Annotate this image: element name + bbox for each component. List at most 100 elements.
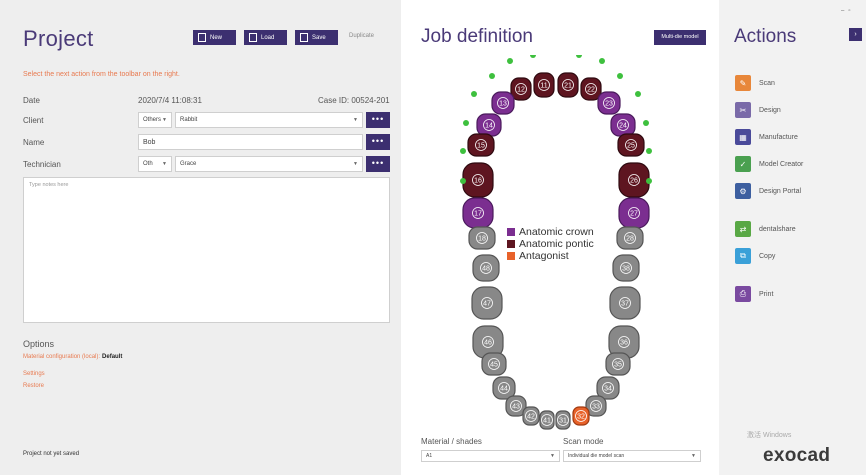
client-more-button[interactable]: ••• [366,112,390,128]
tooth-12[interactable]: 12 [510,77,532,101]
technician-select[interactable]: Grace ▼ [175,156,363,172]
window-controls[interactable]: –▫ [841,8,854,14]
material-configuration-label: Material configuration (local): [23,354,101,360]
client-select[interactable]: Rabbit ▼ [175,112,363,128]
new-button-label: New [210,34,223,41]
new-button[interactable]: New [193,30,236,45]
connector-marker[interactable] [507,58,513,64]
connector-marker[interactable] [489,73,495,79]
tooth-47[interactable]: 47 [471,286,503,320]
patient-name-input[interactable]: Bob [138,134,363,150]
tooth-number: 38 [622,266,630,273]
tooth-35[interactable]: 35 [605,352,631,376]
action-label: Scan [759,79,775,87]
tooth-26[interactable]: 26 [618,162,650,198]
tooth-41[interactable]: 41 [539,410,555,430]
date-label: Date [23,96,40,105]
material-configuration-link[interactable]: Material configuration (local): Default [23,354,122,360]
action-copy[interactable]: ⧉ Copy [735,247,775,265]
tooth-23[interactable]: 23 [597,91,621,115]
client-filter-select[interactable]: Others ▼ [138,112,172,128]
tooth-37[interactable]: 37 [609,286,641,320]
tooth-25[interactable]: 25 [617,133,645,157]
duplicate-button[interactable]: Duplicate [349,33,374,39]
action-label: Design [759,106,781,114]
tooth-16[interactable]: 16 [462,162,494,198]
tooth-number: 28 [626,236,634,243]
connector-marker[interactable] [530,55,536,58]
tooth-15[interactable]: 15 [467,133,495,157]
tooth-number: 34 [604,386,612,393]
manufacture-icon: ▦ [735,129,751,145]
tooth-number: 18 [478,236,486,243]
connector-marker[interactable] [635,91,641,97]
scan-mode-value: Individual die model scan [568,453,625,459]
legend-label: Antagonist [519,250,569,262]
tooth-38[interactable]: 38 [612,254,640,282]
connector-marker[interactable] [471,91,477,97]
load-button[interactable]: Load [244,30,287,45]
action-label: Design Portal [759,187,802,195]
tooth-21[interactable]: 21 [557,72,579,98]
actions-title: Actions [734,26,797,47]
connector-marker[interactable] [643,120,649,126]
tooth-31[interactable]: 31 [555,410,571,430]
technician-more-button[interactable]: ••• [366,156,390,172]
multi-die-button[interactable]: Multi-die model [654,30,706,45]
legend-item: Antagonist [507,250,594,262]
technician-filter-value: Oth [143,161,153,167]
tooth-28[interactable]: 28 [616,226,644,250]
restore-link[interactable]: Restore [23,383,44,389]
collapse-panel-button[interactable]: › [849,28,862,41]
technician-filter-select[interactable]: Oth ▼ [138,156,172,172]
tooth-17[interactable]: 17 [462,197,494,229]
connector-marker[interactable] [463,120,469,126]
tooth-22[interactable]: 22 [580,77,602,101]
action-design[interactable]: ✂ Design [735,101,781,119]
tooth-24[interactable]: 24 [610,113,636,137]
exocad-logo: exocad [763,445,831,466]
tooth-42[interactable]: 42 [522,406,540,426]
tooth-14[interactable]: 14 [476,113,502,137]
scan-mode-select[interactable]: Individual die model scan ▼ [563,450,701,462]
action-scanner[interactable]: ✎ Scan [735,74,775,92]
tooth-45[interactable]: 45 [481,352,507,376]
action-print[interactable]: ⎙ Print [735,285,773,303]
connector-marker[interactable] [599,58,605,64]
tooth-48[interactable]: 48 [472,254,500,282]
maximize-icon[interactable]: ▫ [848,8,854,14]
save-button[interactable]: Save [295,30,338,45]
notes-textarea[interactable]: Type notes here [23,177,390,323]
model-creator-icon: ✓ [735,156,751,172]
tooth-11[interactable]: 11 [533,72,555,98]
action-label: Manufacture [759,133,798,141]
action-manufacture[interactable]: ▦ Manufacture [735,128,798,146]
action-design-portal[interactable]: ⚙ Design Portal [735,182,801,200]
connector-marker[interactable] [460,148,466,154]
connector-marker[interactable] [646,178,652,184]
connector-marker[interactable] [460,178,466,184]
tooth-number: 42 [527,414,535,421]
chevron-down-icon: ▼ [162,161,167,167]
save-button-label: Save [312,34,326,41]
action-model-creator[interactable]: ✓ Model Creator [735,155,803,173]
legend-swatch [507,252,515,260]
connector-marker[interactable] [617,73,623,79]
dentalshare-icon: ⇄ [735,221,751,237]
tooth-number: 47 [483,301,491,308]
tooth-32[interactable]: 32 [572,406,590,426]
tooth-13[interactable]: 13 [491,91,515,115]
scan-mode-label: Scan mode [563,437,604,446]
material-configuration-value: Default [102,354,123,360]
connector-marker[interactable] [646,148,652,154]
tooth-number: 48 [482,266,490,273]
settings-link[interactable]: Settings [23,371,45,377]
action-dentalshare[interactable]: ⇄ dentalshare [735,220,796,238]
tooth-number: 45 [490,362,498,369]
tooth-27[interactable]: 27 [618,197,650,229]
name-more-button[interactable]: ••• [366,134,390,150]
connector-marker[interactable] [576,55,582,58]
tooth-18[interactable]: 18 [468,226,496,250]
material-select[interactable]: A1 ▼ [421,450,560,462]
date-value: 2020/7/4 11:08:31 [138,96,202,105]
